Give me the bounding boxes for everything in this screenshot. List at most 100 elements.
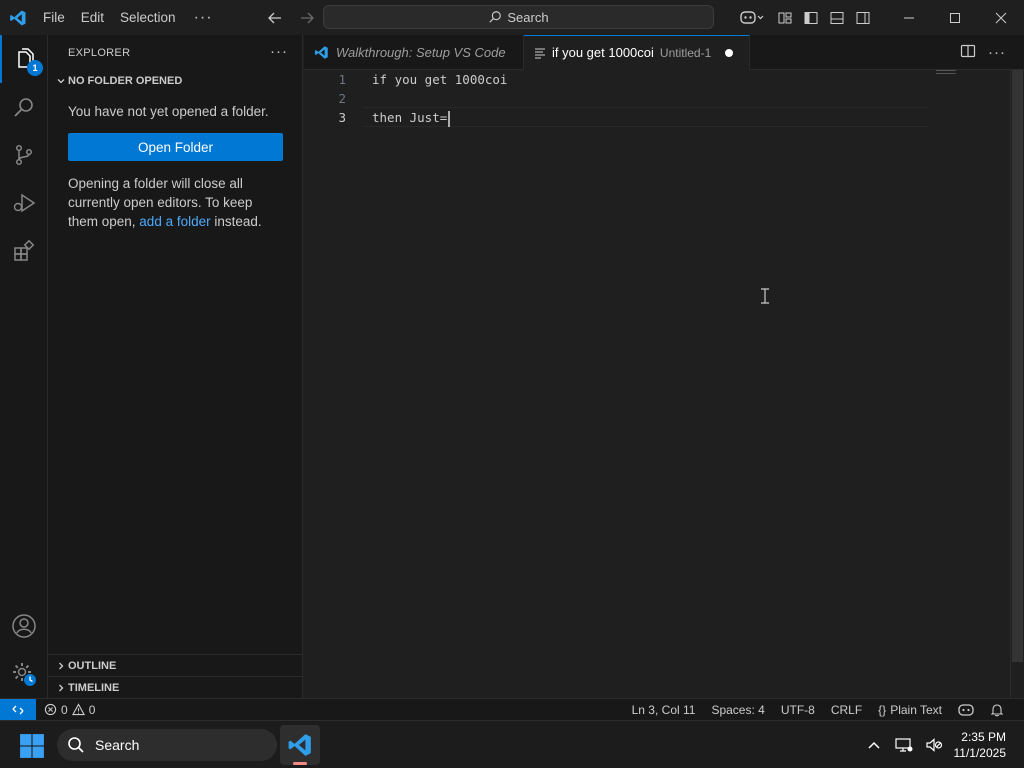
copilot-status-icon[interactable] xyxy=(950,703,982,717)
end-of-line[interactable]: CRLF xyxy=(823,703,870,717)
tab-label: if you get 1000coi xyxy=(552,45,654,60)
warning-count: 0 xyxy=(88,702,96,717)
add-folder-link[interactable]: add a folder xyxy=(139,214,210,229)
accounts-icon[interactable] xyxy=(0,602,48,650)
vertical-scrollbar[interactable] xyxy=(1010,70,1024,698)
tab-label: Walkthrough: Setup VS Code xyxy=(336,45,506,60)
vscode-logo-icon xyxy=(0,0,35,35)
ibeam-cursor-icon xyxy=(761,288,769,304)
minimap[interactable] xyxy=(936,70,956,74)
maximize-icon[interactable] xyxy=(932,0,978,35)
notifications-bell-icon[interactable] xyxy=(982,703,1012,717)
command-center-search[interactable]: Search xyxy=(323,5,714,29)
encoding[interactable]: UTF-8 xyxy=(773,703,823,717)
customize-layout-icon[interactable] xyxy=(772,5,798,31)
taskbar-vscode-app[interactable] xyxy=(280,725,320,765)
windows-start-icon[interactable] xyxy=(19,733,45,762)
forward-arrow-icon[interactable] xyxy=(296,7,318,29)
manage-gear-icon[interactable] xyxy=(0,650,48,698)
folder-info-message: Opening a folder will close all currentl… xyxy=(48,161,302,231)
back-arrow-icon[interactable] xyxy=(264,7,286,29)
chevron-right-icon xyxy=(54,661,68,671)
toggle-secondary-sidebar-icon[interactable] xyxy=(850,5,876,31)
status-bar: 0 0 Ln 3, Col 11 Spaces: 4 UTF-8 CRLF {}… xyxy=(0,698,1024,721)
toggle-panel-icon[interactable] xyxy=(824,5,850,31)
clock-time: 2:35 PM xyxy=(961,730,1006,744)
search-view-icon[interactable] xyxy=(0,83,48,131)
split-editor-icon[interactable] xyxy=(960,43,976,62)
menu-file[interactable]: File xyxy=(35,0,73,35)
language-label: Plain Text xyxy=(890,703,942,717)
error-count: 0 xyxy=(61,702,68,717)
search-label: Search xyxy=(507,9,549,25)
title-bar: File Edit Selection ··· Search xyxy=(0,0,1024,35)
tab-walkthrough[interactable]: Walkthrough: Setup VS Code xyxy=(304,35,524,70)
chevron-right-icon xyxy=(54,683,68,693)
cursor-position[interactable]: Ln 3, Col 11 xyxy=(624,703,704,717)
network-display-icon[interactable] xyxy=(888,721,920,768)
search-icon xyxy=(68,737,84,753)
windows-taskbar: Search 2:35 PM 11/1/2025 xyxy=(0,720,1024,768)
indentation[interactable]: Spaces: 4 xyxy=(703,703,772,717)
clock[interactable]: 2:35 PM 11/1/2025 xyxy=(948,729,1024,761)
run-debug-icon[interactable] xyxy=(0,179,48,227)
outline-section-header[interactable]: OUTLINE xyxy=(48,654,302,676)
chevron-down-icon xyxy=(54,76,68,86)
timeline-label: TIMELINE xyxy=(68,681,120,694)
line-number: 3 xyxy=(338,110,346,125)
outline-label: OUTLINE xyxy=(68,659,117,672)
source-control-icon[interactable] xyxy=(0,131,48,179)
explorer-badge: 1 xyxy=(27,60,43,76)
sidebar-more-icon[interactable]: ··· xyxy=(270,43,288,60)
line-text-content: then Just= xyxy=(372,110,448,125)
editor-line[interactable]: 3 then Just= xyxy=(304,108,1004,127)
editor-line[interactable]: 1 if you get 1000coi xyxy=(304,70,1004,89)
problems-indicator[interactable]: 0 0 xyxy=(36,703,95,717)
active-app-indicator xyxy=(293,762,307,765)
error-icon xyxy=(44,703,57,716)
editor-area[interactable]: 1 if you get 1000coi 2 3 then Just= xyxy=(304,70,1024,698)
explorer-icon[interactable]: 1 xyxy=(0,35,48,83)
more-menu-icon[interactable]: ··· xyxy=(184,9,223,27)
unsaved-dot-icon[interactable] xyxy=(725,48,734,57)
warning-icon xyxy=(71,703,85,716)
line-number: 1 xyxy=(338,72,346,87)
minimize-icon[interactable] xyxy=(886,0,932,35)
section-title: NO FOLDER OPENED xyxy=(68,75,183,87)
sidebar-header: EXPLORER ··· xyxy=(48,35,302,70)
toggle-primary-sidebar-icon[interactable] xyxy=(798,5,824,31)
taskbar-search-label: Search xyxy=(95,737,140,753)
file-lines-icon xyxy=(535,48,545,58)
text-cursor xyxy=(448,110,451,127)
braces-icon: {} xyxy=(878,703,887,717)
explorer-sidebar: EXPLORER ··· NO FOLDER OPENED You have n… xyxy=(48,35,303,698)
sidebar-title: EXPLORER xyxy=(68,46,131,59)
menu-edit[interactable]: Edit xyxy=(73,0,112,35)
editor-tabs: Walkthrough: Setup VS Code if you get 10… xyxy=(304,35,1024,70)
editor-line[interactable]: 2 xyxy=(304,89,1004,108)
extensions-icon[interactable] xyxy=(0,227,48,275)
no-folder-section-header[interactable]: NO FOLDER OPENED xyxy=(48,70,302,92)
line-number: 2 xyxy=(338,91,346,106)
activity-bar: 1 xyxy=(0,35,48,698)
menu-selection[interactable]: Selection xyxy=(112,0,184,35)
language-mode[interactable]: {} Plain Text xyxy=(870,703,950,717)
copilot-icon[interactable] xyxy=(732,5,772,31)
vscode-app-icon xyxy=(288,734,311,756)
line-text: if you get 1000coi xyxy=(372,72,508,87)
tab-untitled-1[interactable]: if you get 1000coi Untitled-1 xyxy=(524,35,750,70)
editor-more-icon[interactable]: ··· xyxy=(988,44,1006,61)
vscode-tab-icon xyxy=(314,46,328,59)
volume-muted-icon[interactable] xyxy=(920,721,948,768)
system-tray: 2:35 PM 11/1/2025 xyxy=(860,721,1024,768)
empty-folder-message: You have not yet opened a folder. xyxy=(68,104,269,119)
chevron-up-icon[interactable] xyxy=(860,721,888,768)
search-icon xyxy=(489,11,502,23)
open-folder-button[interactable]: Open Folder xyxy=(68,133,283,161)
taskbar-search[interactable]: Search xyxy=(57,729,277,761)
close-icon[interactable] xyxy=(978,0,1024,35)
line-text: then Just= xyxy=(372,108,451,127)
timeline-section-header[interactable]: TIMELINE xyxy=(48,676,302,698)
remote-indicator-icon[interactable] xyxy=(0,698,36,721)
scrollbar-thumb[interactable] xyxy=(1012,70,1023,662)
